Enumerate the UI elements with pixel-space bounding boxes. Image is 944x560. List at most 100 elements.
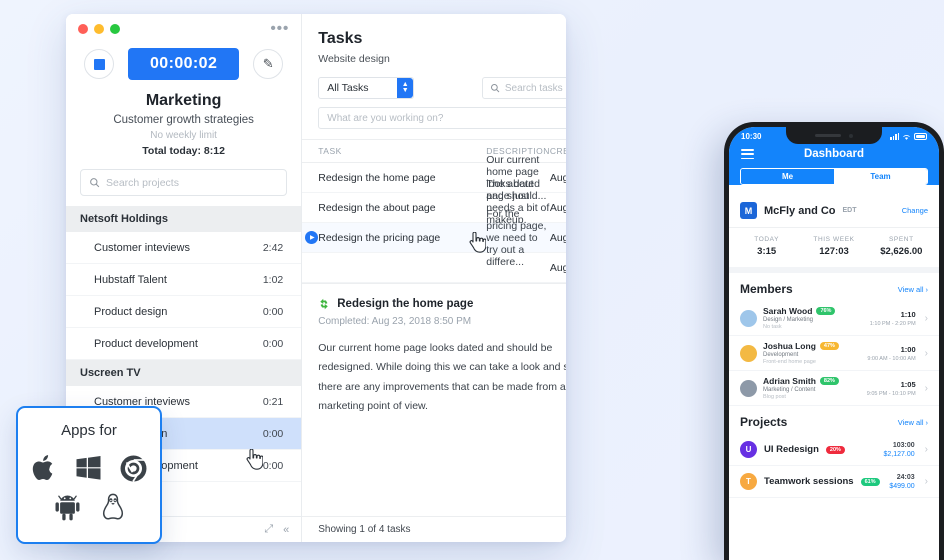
status-badge: 20% xyxy=(825,445,845,454)
apps-platform-row-2 xyxy=(54,493,125,521)
stop-timer-button[interactable] xyxy=(84,49,114,79)
task-detail-title-row: Redesign the home page xyxy=(318,298,566,310)
company-row[interactable]: M McFly and Co EDT Change xyxy=(729,194,939,229)
change-company-link[interactable]: Change xyxy=(902,206,928,215)
stat-today: TODAY 3:15 xyxy=(733,236,800,257)
task-search-input[interactable]: Search tasks xyxy=(481,77,566,99)
chevron-right-icon[interactable]: › xyxy=(925,348,928,359)
project-cost: $2,127.00 xyxy=(883,450,915,458)
project-search-input[interactable]: Search projects xyxy=(80,169,288,196)
task-search-placeholder: Search tasks xyxy=(504,82,563,94)
project-item-time: 0:00 xyxy=(262,305,284,318)
apple-icon[interactable] xyxy=(31,453,57,483)
stat-label: TODAY xyxy=(754,236,780,244)
phone-screen: 10:30 Dashboard Me Team M McFly and Co E… xyxy=(729,127,939,560)
project-item-label: Hubstaff Talent xyxy=(94,273,167,286)
statusbar-time: 10:30 xyxy=(741,132,762,141)
member-role: Development xyxy=(763,352,799,359)
tasks-table-body: Redesign the home page Our current home … xyxy=(302,154,566,283)
chevron-right-icon: › xyxy=(925,417,929,427)
status-badge: 82% xyxy=(819,377,839,386)
task-filter-select[interactable]: All Tasks ▲ ▼ xyxy=(318,77,415,99)
tab-me[interactable]: Me xyxy=(741,169,834,185)
project-avatar: U xyxy=(740,441,757,459)
timer-display[interactable]: 00:00:02 xyxy=(128,48,240,80)
project-item-label: Product development xyxy=(94,337,198,350)
pencil-icon: ✎ xyxy=(262,56,274,71)
chevron-right-icon[interactable]: › xyxy=(925,476,928,487)
member-name: Adrian Smith xyxy=(763,376,816,387)
window-controls[interactable] xyxy=(78,24,120,34)
me-team-segmented-control[interactable]: Me Team xyxy=(740,168,928,186)
linux-icon[interactable] xyxy=(101,493,125,521)
table-row-active[interactable]: ▶ Redesign the pricing page For the pric… xyxy=(302,208,566,268)
chrome-icon[interactable] xyxy=(120,455,147,482)
edit-timer-button[interactable]: ✎ xyxy=(253,49,284,79)
member-timespan: 9:05 PM - 10:10 PM xyxy=(866,390,916,397)
android-icon[interactable] xyxy=(54,493,81,521)
chevron-right-icon[interactable]: › xyxy=(925,444,928,455)
more-options-icon[interactable]: ••• xyxy=(270,21,289,36)
members-view-all-link[interactable]: View all › xyxy=(898,285,928,294)
member-timespan: 9:00 AM - 10:00 AM xyxy=(867,355,916,362)
member-name-row: Adrian Smith 82% xyxy=(763,376,861,386)
list-item[interactable]: Joshua Long 47% Development Front-end ho… xyxy=(729,336,939,372)
stats-row: TODAY 3:15 THIS WEEK 127:03 SPENT $2,626… xyxy=(729,228,939,274)
task-created: Aug... xyxy=(549,171,566,184)
weekly-limit-label: No weekly limit xyxy=(150,130,217,141)
projects-view-all-link[interactable]: View all › xyxy=(898,418,928,427)
statusbar-indicators xyxy=(890,133,927,141)
project-item-time: 1:02 xyxy=(262,273,284,286)
project-group-header[interactable]: Uscreen TV xyxy=(66,360,302,386)
minimize-button-icon[interactable] xyxy=(94,24,104,34)
play-icon[interactable]: ▶ xyxy=(305,231,319,244)
project-item-label: Product design xyxy=(94,305,168,318)
current-project-title: Marketing xyxy=(145,92,222,109)
timer-controls: 00:00:02 ✎ xyxy=(66,44,301,86)
table-row[interactable]: Aug... xyxy=(302,253,566,283)
stat-label: SPENT xyxy=(888,236,914,244)
chevron-right-icon[interactable]: › xyxy=(925,313,928,324)
expand-icon[interactable]: ⤢ xyxy=(264,523,273,536)
window-titlebar: ••• xyxy=(66,14,301,44)
new-task-input[interactable]: What are you working on? xyxy=(318,107,566,129)
tasks-toolbar: All Tasks ▲ ▼ Search tasks xyxy=(302,65,566,99)
project-group-header[interactable]: Netsoft Holdings xyxy=(66,206,302,232)
tab-team[interactable]: Team xyxy=(834,169,927,185)
close-button-icon[interactable] xyxy=(78,24,88,34)
signal-icon xyxy=(890,133,899,140)
project-figures: 103:00 $2,127.00 xyxy=(884,442,915,458)
speaker-icon xyxy=(815,134,841,137)
mobile-phone-mockup: 10:30 Dashboard Me Team M McFly and Co E… xyxy=(724,122,944,560)
project-item-time: 0:00 xyxy=(262,459,284,472)
maximize-button-icon[interactable] xyxy=(110,24,120,34)
members-section-header: Members View all › xyxy=(729,273,939,302)
list-item[interactable]: T Teamwork sessions 61% 24:03 $499.00 › xyxy=(729,466,939,499)
list-item[interactable]: Adrian Smith 82% Marketing / Content Blo… xyxy=(729,371,939,407)
view-all-label: View all xyxy=(897,284,924,294)
member-task: No task xyxy=(763,324,782,331)
recycle-icon xyxy=(320,298,328,310)
tasks-panel: Tasks Website design All Tasks ▲ ▼ Search… xyxy=(302,14,566,542)
collapse-icon[interactable]: « xyxy=(283,524,289,536)
windows-icon[interactable] xyxy=(75,455,102,481)
member-name: Sarah Wood xyxy=(763,306,813,317)
project-list-item[interactable]: Customer inteviews 2:42 xyxy=(66,232,302,264)
project-figures: 24:03 $499.00 xyxy=(889,474,914,490)
chevron-right-icon: › xyxy=(925,284,929,294)
list-item[interactable]: Sarah Wood 76% Design / Marketing No tas… xyxy=(729,301,939,337)
project-list-item[interactable]: Hubstaff Talent 1:02 xyxy=(66,264,302,296)
status-badge: 61% xyxy=(860,477,880,486)
task-created: Aug... xyxy=(549,261,566,274)
project-search-placeholder: Search projects xyxy=(106,176,179,189)
new-task-row: What are you working on? + xyxy=(302,99,566,139)
project-list-item[interactable]: Product design 0:00 xyxy=(66,296,302,328)
stat-label: THIS WEEK xyxy=(813,236,855,244)
chevron-right-icon[interactable]: › xyxy=(925,383,928,394)
member-timespan: 1:10 PM - 2:20 PM xyxy=(869,320,916,327)
project-list-item[interactable]: Product development 0:00 xyxy=(66,328,302,360)
column-header-task: TASK xyxy=(318,146,342,156)
list-item[interactable]: U UI Redesign 20% 103:00 $2,127.00 › xyxy=(729,434,939,467)
project-time: 103:00 xyxy=(892,441,915,449)
company-avatar: M xyxy=(740,202,757,220)
